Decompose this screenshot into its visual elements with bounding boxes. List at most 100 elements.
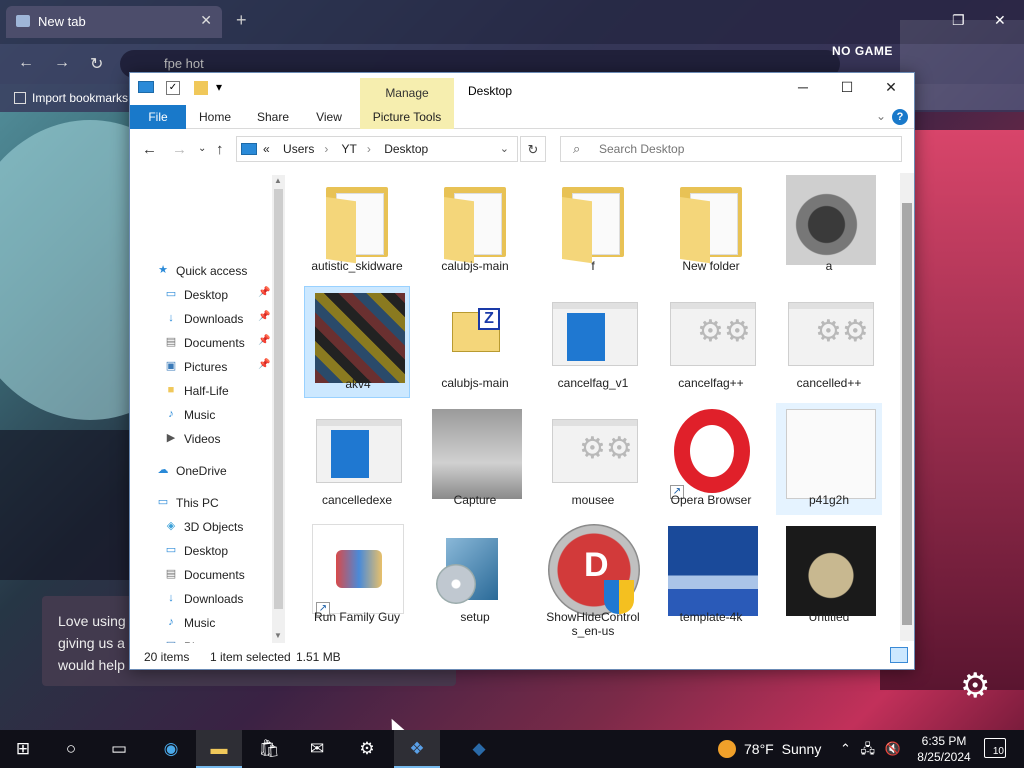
nav-quick-access[interactable]: ★ Quick access (130, 259, 270, 283)
tab-file[interactable]: File (130, 105, 186, 129)
nav-qa-half-life[interactable]: ■ Half-Life (130, 379, 270, 403)
content-scroll-thumb[interactable] (902, 203, 912, 625)
search-input[interactable] (599, 141, 889, 157)
maximize-button[interactable]: ☐ (824, 79, 870, 103)
start-windows-icon[interactable]: ⊞ (0, 730, 46, 768)
store-icon[interactable]: 🛍 (246, 730, 292, 768)
browser-close-icon[interactable]: ✕ (994, 12, 1006, 29)
nav-scrollbar[interactable]: ▲ ▼ (272, 175, 285, 645)
close-button[interactable]: ✕ (868, 79, 914, 103)
details-view-icon[interactable] (868, 647, 886, 663)
file-item[interactable]: Zcalubjs-main (422, 286, 528, 398)
notification-center-icon[interactable]: 10 (984, 738, 1006, 758)
search-box[interactable]: ⌕ (560, 136, 902, 162)
scroll-down-icon[interactable]: ▼ (274, 631, 282, 640)
nav-pc-pictures[interactable]: ▣Pictures (130, 635, 270, 643)
tab-view[interactable]: View (306, 105, 352, 129)
file-item[interactable]: ↗ Run Family Guy (304, 520, 410, 632)
close-tab-icon[interactable]: ✕ (200, 12, 212, 29)
browser-app-icon[interactable]: ◉ (148, 730, 194, 768)
tab-home[interactable]: Home (192, 105, 238, 129)
refresh-icon[interactable]: ↻ (520, 136, 546, 162)
back-icon[interactable]: ← (142, 141, 157, 158)
file-explorer-taskbar-icon[interactable]: ▬ (196, 730, 242, 768)
file-item[interactable]: ⚙⚙ cancelled++ (776, 286, 882, 398)
browser-reload-icon[interactable]: ↻ (90, 54, 103, 74)
search-circle-icon[interactable]: ○ (48, 730, 94, 768)
nav-qa-music[interactable]: ♪ Music (130, 403, 270, 427)
nav-qa-documents[interactable]: ▤ Documents 📌 (130, 331, 271, 355)
weather-widget[interactable]: 78°F Sunny (718, 740, 821, 758)
nav-pc-3d-objects[interactable]: ◈ 3D Objects (130, 515, 270, 539)
minimize-button[interactable]: ─ (780, 79, 826, 103)
pinned-app-icon[interactable]: ◆ (456, 730, 502, 768)
large-icons-view-icon[interactable] (890, 647, 908, 663)
file-item[interactable]: Capture (422, 403, 528, 515)
address-dropdown-icon[interactable]: ⌄ (500, 142, 509, 155)
content-scrollbar[interactable] (900, 173, 914, 641)
file-item[interactable]: ⚙⚙ mousee (540, 403, 646, 515)
address-bar[interactable]: « Users › YT › Desktop ⌄ (236, 136, 518, 162)
network-icon[interactable]: 🖧 (861, 741, 876, 756)
nav-onedrive[interactable]: ☁ OneDrive (130, 459, 270, 483)
nav-qa-desktop[interactable]: ▭ Desktop 📌 (130, 283, 271, 307)
file-item[interactable]: cancelledexe (304, 403, 410, 515)
breadcrumb-users[interactable]: Users (283, 142, 314, 156)
tab-picture-tools[interactable]: Picture Tools (360, 105, 454, 129)
clock[interactable]: 6:35 PM 8/25/2024 (912, 733, 976, 765)
recent-locations-icon[interactable]: ⌄ (198, 143, 206, 154)
nav-qa-videos[interactable]: ▶ Videos (130, 427, 270, 451)
settings-icon[interactable]: ⚙ (344, 730, 390, 768)
mail-icon[interactable]: ✉ (294, 730, 340, 768)
new-tab-icon[interactable]: + (236, 10, 247, 31)
music-icon: ♪ (168, 408, 174, 420)
file-item[interactable]: D ShowHideControls_en-us (540, 520, 646, 638)
nav-pc-documents[interactable]: ▤ Documents (130, 563, 270, 587)
file-item[interactable]: setup (422, 520, 528, 632)
browser-tab[interactable]: New tab ✕ (6, 6, 222, 38)
nav-pc-desktop[interactable]: ▭ Desktop (130, 539, 270, 563)
expand-ribbon-icon[interactable]: ⌄ (876, 109, 886, 123)
title-bar[interactable]: ✓ ▾ Manage Desktop ─ ☐ ✕ (130, 73, 914, 105)
settings-gear-icon[interactable]: ⚙ (960, 666, 990, 706)
nav-scroll-thumb[interactable] (274, 189, 283, 609)
file-item[interactable]: calubjs-main (422, 169, 528, 281)
nav-qa-downloads[interactable]: ↓ Downloads 📌 (130, 307, 270, 331)
forward-icon[interactable]: → (172, 141, 187, 158)
volume-muted-icon[interactable]: 🔇 (885, 741, 901, 756)
folder-icon (430, 173, 522, 264)
qat-dropdown-icon[interactable]: ▾ (216, 80, 222, 94)
app-taskbar-icon[interactable]: ❖ (394, 730, 440, 768)
tray-chevron-icon[interactable]: ⌃ (840, 741, 851, 756)
file-item[interactable]: Untitled (776, 520, 882, 632)
file-item[interactable]: New folder (658, 169, 764, 281)
task-view-icon[interactable]: ▭ (96, 730, 142, 768)
properties-icon[interactable]: ✓ (166, 81, 180, 95)
browser-forward-icon[interactable]: → (54, 54, 70, 72)
breadcrumb-desktop[interactable]: Desktop (384, 142, 428, 156)
new-folder-qat-icon[interactable] (194, 81, 208, 95)
nav-qa-pictures[interactable]: ▣ Pictures 📌 (130, 355, 271, 379)
browser-back-icon[interactable]: ← (18, 54, 34, 72)
breadcrumb-yt[interactable]: YT (342, 142, 357, 156)
file-item[interactable]: f (540, 169, 646, 281)
import-bookmarks-link[interactable]: Import bookmarks (32, 91, 128, 105)
file-item[interactable]: cancelfag_v1 (540, 286, 646, 398)
file-item[interactable]: autistic_skidware (304, 169, 410, 281)
file-item[interactable]: akv4 (304, 286, 410, 398)
nav-pc-downloads[interactable]: ↓ Downloads (130, 587, 270, 611)
breadcrumb-overflow[interactable]: « (263, 142, 270, 156)
restore-icon[interactable]: ❐ (952, 12, 965, 29)
manage-contextual-tab[interactable]: Manage (360, 78, 454, 105)
scroll-up-icon[interactable]: ▲ (274, 176, 282, 185)
file-item[interactable]: a (776, 169, 882, 281)
file-item[interactable]: p41g2h (776, 403, 882, 515)
nav-pc-music[interactable]: ♪ Music (130, 611, 270, 635)
help-icon[interactable]: ? (892, 109, 908, 125)
tab-share[interactable]: Share (250, 105, 296, 129)
nav-this-pc[interactable]: ▭ This PC (130, 491, 270, 515)
file-item[interactable]: ⚙⚙ cancelfag++ (658, 286, 764, 398)
file-item[interactable]: ↗ Opera Browser (658, 403, 764, 515)
file-item[interactable]: template-4k (658, 520, 764, 632)
up-icon[interactable]: ↑ (216, 141, 224, 158)
